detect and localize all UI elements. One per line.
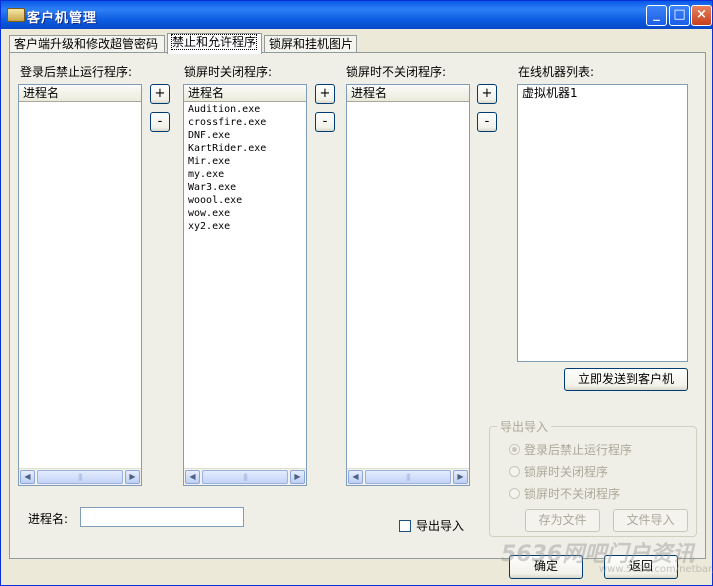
radio-icon xyxy=(509,466,520,477)
radio-close-on-lock[interactable]: 锁屏时关闭程序 xyxy=(509,463,608,480)
list-item[interactable]: crossfire.exe xyxy=(188,116,306,129)
send-to-client-button[interactable]: 立即发送到客户机 xyxy=(564,368,688,391)
scroll-right-icon[interactable]: ▶ xyxy=(125,470,140,484)
process-name-label: 进程名: xyxy=(28,512,69,526)
keep-on-lock-list[interactable]: 进程名 ◀ ▶ xyxy=(346,84,470,486)
close-on-lock-list[interactable]: 进程名 Audition.exe crossfire.exe DNF.exe Kart… xyxy=(183,84,307,486)
export-import-checkbox[interactable] xyxy=(399,520,411,532)
export-import-legend: 导出导入 xyxy=(497,418,552,435)
list-item[interactable]: wow.exe xyxy=(188,207,306,220)
export-import-checkbox-label: 导出导入 xyxy=(416,519,465,533)
list-item[interactable]: xy2.exe xyxy=(188,220,306,233)
keep-on-lock-label: 锁屏时不关闭程序: xyxy=(346,65,447,79)
process-name-header[interactable]: 进程名 xyxy=(19,85,141,102)
radio-icon xyxy=(509,488,520,499)
scroll-right-icon[interactable]: ▶ xyxy=(453,470,468,484)
list-item[interactable]: Mir.exe xyxy=(188,155,306,168)
horizontal-scrollbar[interactable]: ◀ ▶ xyxy=(184,468,306,485)
import-file-button[interactable]: 文件导入 xyxy=(613,509,688,532)
list-item[interactable]: KartRider.exe xyxy=(188,142,306,155)
radio-keep-on-lock[interactable]: 锁屏时不关闭程序 xyxy=(509,485,620,502)
client-manager-window: 客户机管理 _ □ × 客户端升级和修改超管密码 禁止和允许程序 锁屏和挂机图片… xyxy=(0,0,713,586)
maximize-button[interactable]: □ xyxy=(669,5,690,26)
online-machines-list[interactable]: 虚拟机器1 xyxy=(517,84,688,362)
scroll-thumb[interactable] xyxy=(365,470,451,484)
scroll-right-icon[interactable]: ▶ xyxy=(290,470,305,484)
list-item[interactable]: 虚拟机器1 xyxy=(522,86,687,101)
window-title: 客户机管理 xyxy=(27,11,98,26)
radio-selected-icon xyxy=(509,444,520,455)
title-bar[interactable]: 客户机管理 _ □ × xyxy=(1,1,712,29)
remove-close-on-lock-button[interactable]: - xyxy=(315,112,335,132)
close-button[interactable]: × xyxy=(691,5,712,26)
remove-blocked-button[interactable]: - xyxy=(150,112,170,132)
add-keep-on-lock-button[interactable]: + xyxy=(477,84,497,104)
scroll-left-icon[interactable]: ◀ xyxy=(185,470,200,484)
add-close-on-lock-button[interactable]: + xyxy=(315,84,335,104)
blocked-after-login-list[interactable]: 进程名 ◀ ▶ xyxy=(18,84,142,486)
save-file-button[interactable]: 存为文件 xyxy=(525,509,600,532)
app-icon xyxy=(7,8,25,22)
close-on-lock-label: 锁屏时关闭程序: xyxy=(184,65,273,79)
online-machines-label: 在线机器列表: xyxy=(518,65,595,79)
scroll-left-icon[interactable]: ◀ xyxy=(20,470,35,484)
radio-blocked-after-login[interactable]: 登录后禁止运行程序 xyxy=(509,441,632,458)
tab-client-upgrade[interactable]: 客户端升级和修改超管密码 xyxy=(9,35,165,53)
scroll-left-icon[interactable]: ◀ xyxy=(348,470,363,484)
scroll-thumb[interactable] xyxy=(37,470,123,484)
list-item[interactable]: DNF.exe xyxy=(188,129,306,142)
minimize-button[interactable]: _ xyxy=(646,5,667,26)
list-item[interactable]: Audition.exe xyxy=(188,103,306,116)
site-watermark-url: www.5636.com/netbar/ xyxy=(599,564,713,575)
process-name-header[interactable]: 进程名 xyxy=(347,85,469,102)
tab-lock-screen-images[interactable]: 锁屏和挂机图片 xyxy=(264,35,357,53)
scroll-thumb[interactable] xyxy=(202,470,288,484)
process-name-header[interactable]: 进程名 xyxy=(184,85,306,102)
add-blocked-button[interactable]: + xyxy=(150,84,170,104)
process-name-input[interactable] xyxy=(80,507,244,527)
horizontal-scrollbar[interactable]: ◀ ▶ xyxy=(347,468,469,485)
blocked-after-login-label: 登录后禁止运行程序: xyxy=(20,65,133,79)
horizontal-scrollbar[interactable]: ◀ ▶ xyxy=(19,468,141,485)
remove-keep-on-lock-button[interactable]: - xyxy=(477,112,497,132)
list-item[interactable]: War3.exe xyxy=(188,181,306,194)
list-item[interactable]: my.exe xyxy=(188,168,306,181)
tab-allow-deny-programs[interactable]: 禁止和允许程序 xyxy=(167,33,262,54)
list-item[interactable]: woool.exe xyxy=(188,194,306,207)
